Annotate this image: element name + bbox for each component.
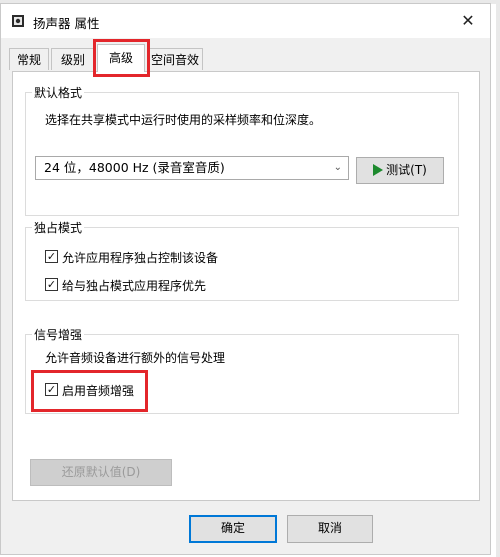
properties-dialog: 扬声器 属性 ✕ 常规 级别 高级 空间音效 默认格式 独占模式 信号增强 选择… [0,3,491,555]
signal-enhancement-group: 信号增强 [25,326,459,414]
exclusive-priority-checkbox[interactable]: ✓ [45,278,58,291]
test-button-label: 测试(T) [386,163,427,177]
default-format-description: 选择在共享模式中运行时使用的采样频率和位深度。 [45,113,322,127]
sample-format-select[interactable]: 24 位，48000 Hz (录音室音质) ⌄ [35,156,349,180]
close-button[interactable]: ✕ [446,4,490,38]
chevron-down-icon: ⌄ [333,162,342,173]
tab-spatial-sound[interactable]: 空间音效 [147,48,203,70]
tab-levels[interactable]: 级别 [51,48,95,70]
signal-enhancement-description: 允许音频设备进行额外的信号处理 [45,351,226,365]
sample-format-value: 24 位，48000 Hz (录音室音质) [44,160,225,175]
audio-enhancement-label: 启用音频增强 [62,384,135,398]
restore-defaults-button[interactable]: 还原默认值(D) [30,459,172,486]
close-icon: ✕ [461,11,475,30]
tab-advanced[interactable]: 高级 [97,44,145,72]
ok-button[interactable]: 确定 [189,515,277,543]
exclusive-control-checkbox[interactable]: ✓ [45,250,58,263]
window-title: 扬声器 属性 [33,16,100,31]
test-button[interactable]: 测试(T) [356,157,444,184]
group-title-signal-enhancement: 信号增强 [32,326,85,343]
cancel-button[interactable]: 取消 [287,515,373,543]
group-title-exclusive-mode: 独占模式 [32,219,85,236]
group-title-default-format: 默认格式 [32,84,85,101]
background-strip-right [496,0,500,557]
tab-general[interactable]: 常规 [9,48,49,70]
speaker-icon [12,15,24,27]
play-icon [373,164,384,176]
exclusive-priority-label: 给与独占模式应用程序优先 [62,279,207,293]
title-bar: 扬声器 属性 ✕ [1,4,490,38]
audio-enhancement-checkbox[interactable]: ✓ [45,383,58,396]
exclusive-control-label: 允许应用程序独占控制该设备 [62,251,219,265]
